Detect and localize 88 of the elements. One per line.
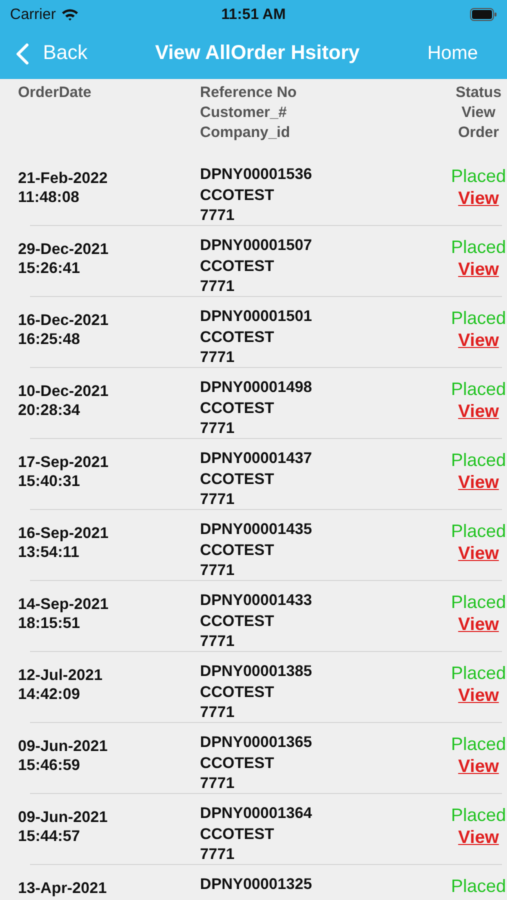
company-id: 7771 [200,419,234,439]
view-link[interactable]: View [458,613,499,635]
order-date: 09-Jun-2021 [18,808,108,827]
company-id: 7771 [200,348,234,368]
view-link[interactable]: View [458,400,499,422]
company-id: 7771 [200,774,234,794]
view-link[interactable]: View [458,258,499,280]
company-id: 7771 [200,277,234,297]
customer-number: CCOTEST [200,398,274,418]
status-label: Placed [450,379,506,400]
column-header: Company_id [200,123,290,143]
order-date: 16-Sep-2021 [18,524,108,543]
order-time: 15:44:57 [18,827,80,846]
battery-icon [470,8,497,20]
column-header: Order [458,123,499,143]
customer-number: CCOTEST [200,328,274,348]
reference-number: DPNY00001325 [200,875,312,895]
status-label: Placed [450,166,506,187]
view-link[interactable]: View [458,187,499,209]
order-time: 16:25:48 [18,330,80,349]
reference-number: DPNY00001385 [200,662,312,682]
order-time: 13:54:11 [18,543,80,562]
column-header: Status [456,83,502,103]
clock-time: 11:51 AM [221,6,286,22]
view-link[interactable]: View [458,826,499,848]
order-date: 16-Dec-2021 [18,311,108,330]
reference-number: DPNY00001437 [200,449,312,469]
company-id: 7771 [200,632,234,652]
status-label: Placed [450,521,506,542]
reference-number: DPNY00001365 [200,733,312,753]
company-id: 7771 [200,703,234,723]
carrier-label: Carrier [10,6,56,22]
customer-number: CCOTEST [200,186,274,206]
column-header: Reference No [200,83,297,103]
status-label: Placed [450,592,506,613]
view-link[interactable]: View [458,684,499,706]
customer-number: CCOTEST [200,256,274,276]
reference-number: DPNY00001498 [200,378,312,398]
status-label: Placed [450,663,506,684]
column-header: View [462,103,496,123]
order-time: 11:48:08 [18,188,80,207]
company-id: 7771 [200,561,234,581]
order-date: 09-Jun-2021 [18,737,108,756]
view-link[interactable]: View [458,755,499,777]
wifi-icon [60,8,79,20]
company-id: 7771 [200,206,234,226]
back-button[interactable]: Back [16,42,88,65]
column-header: OrderDate [18,83,92,103]
order-time: 18:15:51 [18,614,80,633]
home-button[interactable]: Home [427,42,491,64]
customer-number: CCOTEST [200,824,274,844]
order-date: 13-Apr-2021 [18,879,107,898]
order-time: 20:28:34 [18,401,80,420]
view-link[interactable]: View [458,542,499,564]
view-link[interactable]: View [458,471,499,493]
order-date: 29-Dec-2021 [18,240,108,259]
customer-number: CCOTEST [200,612,274,632]
company-id: 7771 [200,845,234,865]
order-time: 15:46:59 [18,756,80,775]
customer-number: CCOTEST [200,470,274,490]
status-label: Placed [450,734,506,755]
screen-title: View AllOrder Hsitory [154,42,361,65]
order-time: 15:40:31 [18,472,80,491]
order-date: 14-Sep-2021 [18,595,108,614]
customer-number: CCOTEST [200,540,274,560]
customer-number: CCOTEST [200,682,274,702]
column-header: Customer_# [200,103,287,123]
reference-number: DPNY00001501 [200,307,312,327]
company-id: 7771 [200,490,234,510]
status-label: Placed [450,805,506,826]
reference-number: DPNY00001435 [200,520,312,540]
customer-number: CCOTEST [200,754,274,774]
reference-number: DPNY00001433 [200,591,312,611]
order-date: 12-Jul-2021 [18,666,102,685]
status-label: Placed [450,876,506,897]
order-date: 17-Sep-2021 [18,453,108,472]
order-date: 10-Dec-2021 [18,382,108,401]
reference-number: DPNY00001536 [200,165,312,185]
reference-number: DPNY00001507 [200,236,312,256]
status-label: Placed [450,237,506,258]
order-date: 21-Feb-2022 [18,169,108,188]
chevron-left-icon [16,42,29,64]
order-time: 15:26:41 [18,259,80,278]
status-label: Placed [450,308,506,329]
view-link[interactable]: View [458,329,499,351]
order-time: 14:42:09 [18,685,80,704]
reference-number: DPNY00001364 [200,804,312,824]
status-label: Placed [450,450,506,471]
